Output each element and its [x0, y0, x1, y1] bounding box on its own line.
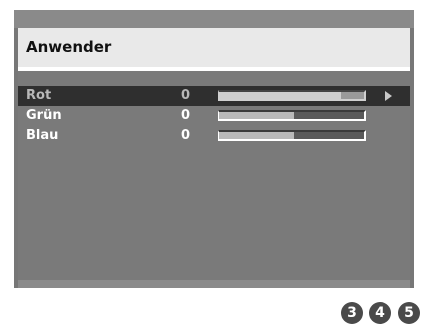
step-badges: 3 4 5	[341, 302, 426, 324]
menu-header: Anwender	[18, 28, 410, 67]
menu-title: Anwender	[26, 38, 112, 56]
menu-row-gruen[interactable]: Grün 0	[18, 106, 410, 126]
top-band	[14, 10, 414, 28]
menu-panel: Anwender Rot 0 Grün 0 Blau 0	[18, 28, 410, 280]
menu-row-blau[interactable]: Blau 0	[18, 126, 410, 146]
row-label: Blau	[26, 128, 59, 143]
step-badge-5: 5	[398, 302, 420, 324]
bottom-band	[18, 280, 410, 288]
slider-fill	[219, 112, 295, 119]
row-value: 0	[181, 128, 191, 143]
row-value: 0	[181, 88, 191, 103]
menu-row-rot[interactable]: Rot 0	[18, 86, 410, 106]
color-settings-list: Rot 0 Grün 0 Blau 0	[18, 86, 410, 148]
row-value: 0	[181, 108, 191, 123]
row-label: Grün	[26, 108, 62, 123]
slider-fill	[219, 92, 341, 99]
level-slider[interactable]	[218, 130, 366, 141]
header-divider	[18, 67, 410, 71]
right-arrow-icon	[385, 91, 392, 101]
step-badge-4: 4	[369, 302, 391, 324]
osd-screen: Anwender Rot 0 Grün 0 Blau 0	[14, 10, 414, 288]
row-label: Rot	[26, 88, 52, 103]
slider-fill	[219, 132, 295, 139]
level-slider[interactable]	[218, 110, 366, 121]
step-badge-3: 3	[341, 302, 363, 324]
level-slider[interactable]	[218, 90, 366, 101]
